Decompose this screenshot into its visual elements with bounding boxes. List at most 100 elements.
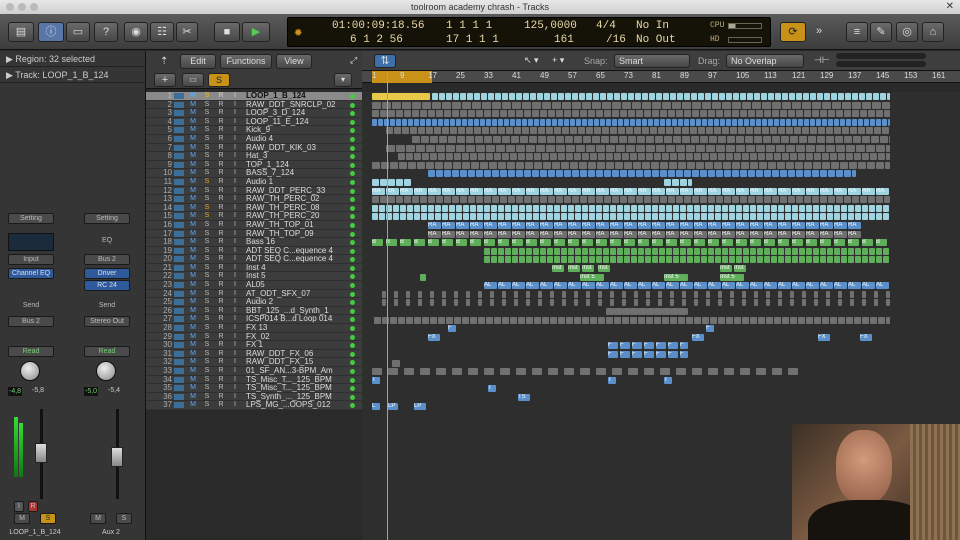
- region[interactable]: [511, 136, 519, 143]
- region[interactable]: [636, 144, 645, 152]
- region[interactable]: [474, 118, 479, 126]
- region[interactable]: [838, 153, 845, 161]
- region[interactable]: [516, 196, 523, 204]
- region[interactable]: [869, 247, 875, 255]
- region[interactable]: [862, 256, 868, 264]
- region[interactable]: [756, 170, 763, 178]
- region[interactable]: [848, 256, 854, 264]
- region[interactable]: [414, 153, 421, 161]
- region[interactable]: RA: [596, 230, 609, 238]
- region[interactable]: [588, 110, 595, 118]
- region[interactable]: F: [632, 351, 642, 358]
- region[interactable]: [372, 118, 377, 126]
- gear-icon[interactable]: ✹: [294, 24, 302, 41]
- region[interactable]: [659, 256, 665, 264]
- region[interactable]: [654, 153, 661, 161]
- region[interactable]: [631, 213, 637, 221]
- region[interactable]: [540, 256, 546, 264]
- on-off-indicator[interactable]: [350, 394, 355, 400]
- region[interactable]: [561, 247, 567, 255]
- region[interactable]: RA: [526, 222, 539, 229]
- region[interactable]: [379, 204, 385, 212]
- region[interactable]: [822, 118, 827, 126]
- region[interactable]: [650, 127, 657, 135]
- region[interactable]: [572, 170, 579, 178]
- region[interactable]: [646, 144, 655, 152]
- region[interactable]: [512, 256, 518, 264]
- region[interactable]: B: [428, 239, 439, 247]
- region[interactable]: [379, 213, 385, 221]
- region[interactable]: [636, 170, 643, 178]
- solo-button[interactable]: S: [202, 281, 212, 290]
- region[interactable]: [592, 101, 601, 109]
- region[interactable]: RA: [652, 230, 665, 238]
- region[interactable]: [489, 161, 497, 169]
- region[interactable]: B: [414, 239, 425, 247]
- region[interactable]: RA: [806, 230, 819, 238]
- region[interactable]: [770, 127, 777, 135]
- region[interactable]: RA: [820, 230, 833, 238]
- on-off-indicator[interactable]: [350, 403, 355, 409]
- region[interactable]: [454, 299, 458, 307]
- region[interactable]: [620, 170, 627, 178]
- region[interactable]: [628, 93, 634, 100]
- region[interactable]: [442, 101, 451, 109]
- region[interactable]: RA: [708, 187, 721, 195]
- region[interactable]: [522, 101, 531, 109]
- region[interactable]: [687, 256, 693, 264]
- region[interactable]: RA: [680, 187, 693, 195]
- region[interactable]: [762, 118, 767, 126]
- region[interactable]: [756, 118, 761, 126]
- region[interactable]: [701, 213, 707, 221]
- region[interactable]: [772, 368, 782, 376]
- track-row[interactable]: 28 M S R I FX 13: [146, 323, 362, 333]
- region[interactable]: [795, 161, 803, 169]
- region[interactable]: [820, 256, 826, 264]
- region[interactable]: [802, 127, 809, 135]
- region[interactable]: [655, 136, 663, 143]
- region[interactable]: [524, 196, 531, 204]
- region[interactable]: [542, 316, 549, 324]
- region[interactable]: [498, 204, 504, 212]
- region[interactable]: [705, 93, 711, 100]
- region[interactable]: [856, 144, 865, 152]
- region[interactable]: [824, 93, 830, 100]
- region[interactable]: F: [644, 342, 654, 350]
- region[interactable]: [736, 144, 745, 152]
- region[interactable]: [846, 316, 853, 324]
- automation-mode[interactable]: Read: [84, 346, 130, 357]
- region[interactable]: [460, 170, 467, 178]
- region[interactable]: [696, 118, 701, 126]
- region[interactable]: [435, 161, 443, 169]
- region[interactable]: [754, 136, 762, 143]
- track-row[interactable]: 22 M S R I Inst 5: [146, 272, 362, 282]
- region[interactable]: [684, 93, 690, 100]
- region[interactable]: [668, 170, 675, 178]
- region[interactable]: [603, 247, 609, 255]
- region[interactable]: [873, 93, 879, 100]
- region[interactable]: [708, 118, 713, 126]
- region[interactable]: [388, 368, 398, 376]
- region[interactable]: [696, 144, 705, 152]
- pointer-tool-icon[interactable]: ↖ ▾: [524, 55, 539, 66]
- region[interactable]: [774, 118, 779, 126]
- region[interactable]: RA: [428, 230, 441, 238]
- region[interactable]: [778, 204, 784, 212]
- region[interactable]: B: [820, 239, 831, 247]
- region[interactable]: B: [526, 239, 537, 247]
- region[interactable]: [610, 290, 614, 298]
- solo-button[interactable]: S: [202, 315, 212, 324]
- region[interactable]: RA: [624, 187, 637, 195]
- region[interactable]: [876, 196, 883, 204]
- region[interactable]: [738, 127, 745, 135]
- region[interactable]: [696, 161, 704, 169]
- region[interactable]: RA: [792, 187, 805, 195]
- region[interactable]: [718, 316, 725, 324]
- on-off-indicator[interactable]: [350, 248, 355, 254]
- region[interactable]: [714, 127, 721, 135]
- region[interactable]: [526, 247, 532, 255]
- region[interactable]: [607, 93, 613, 100]
- region[interactable]: [766, 290, 770, 298]
- region[interactable]: [622, 290, 626, 298]
- track-row[interactable]: 26 M S R I BBT_125_...d_Synth_1: [146, 306, 362, 316]
